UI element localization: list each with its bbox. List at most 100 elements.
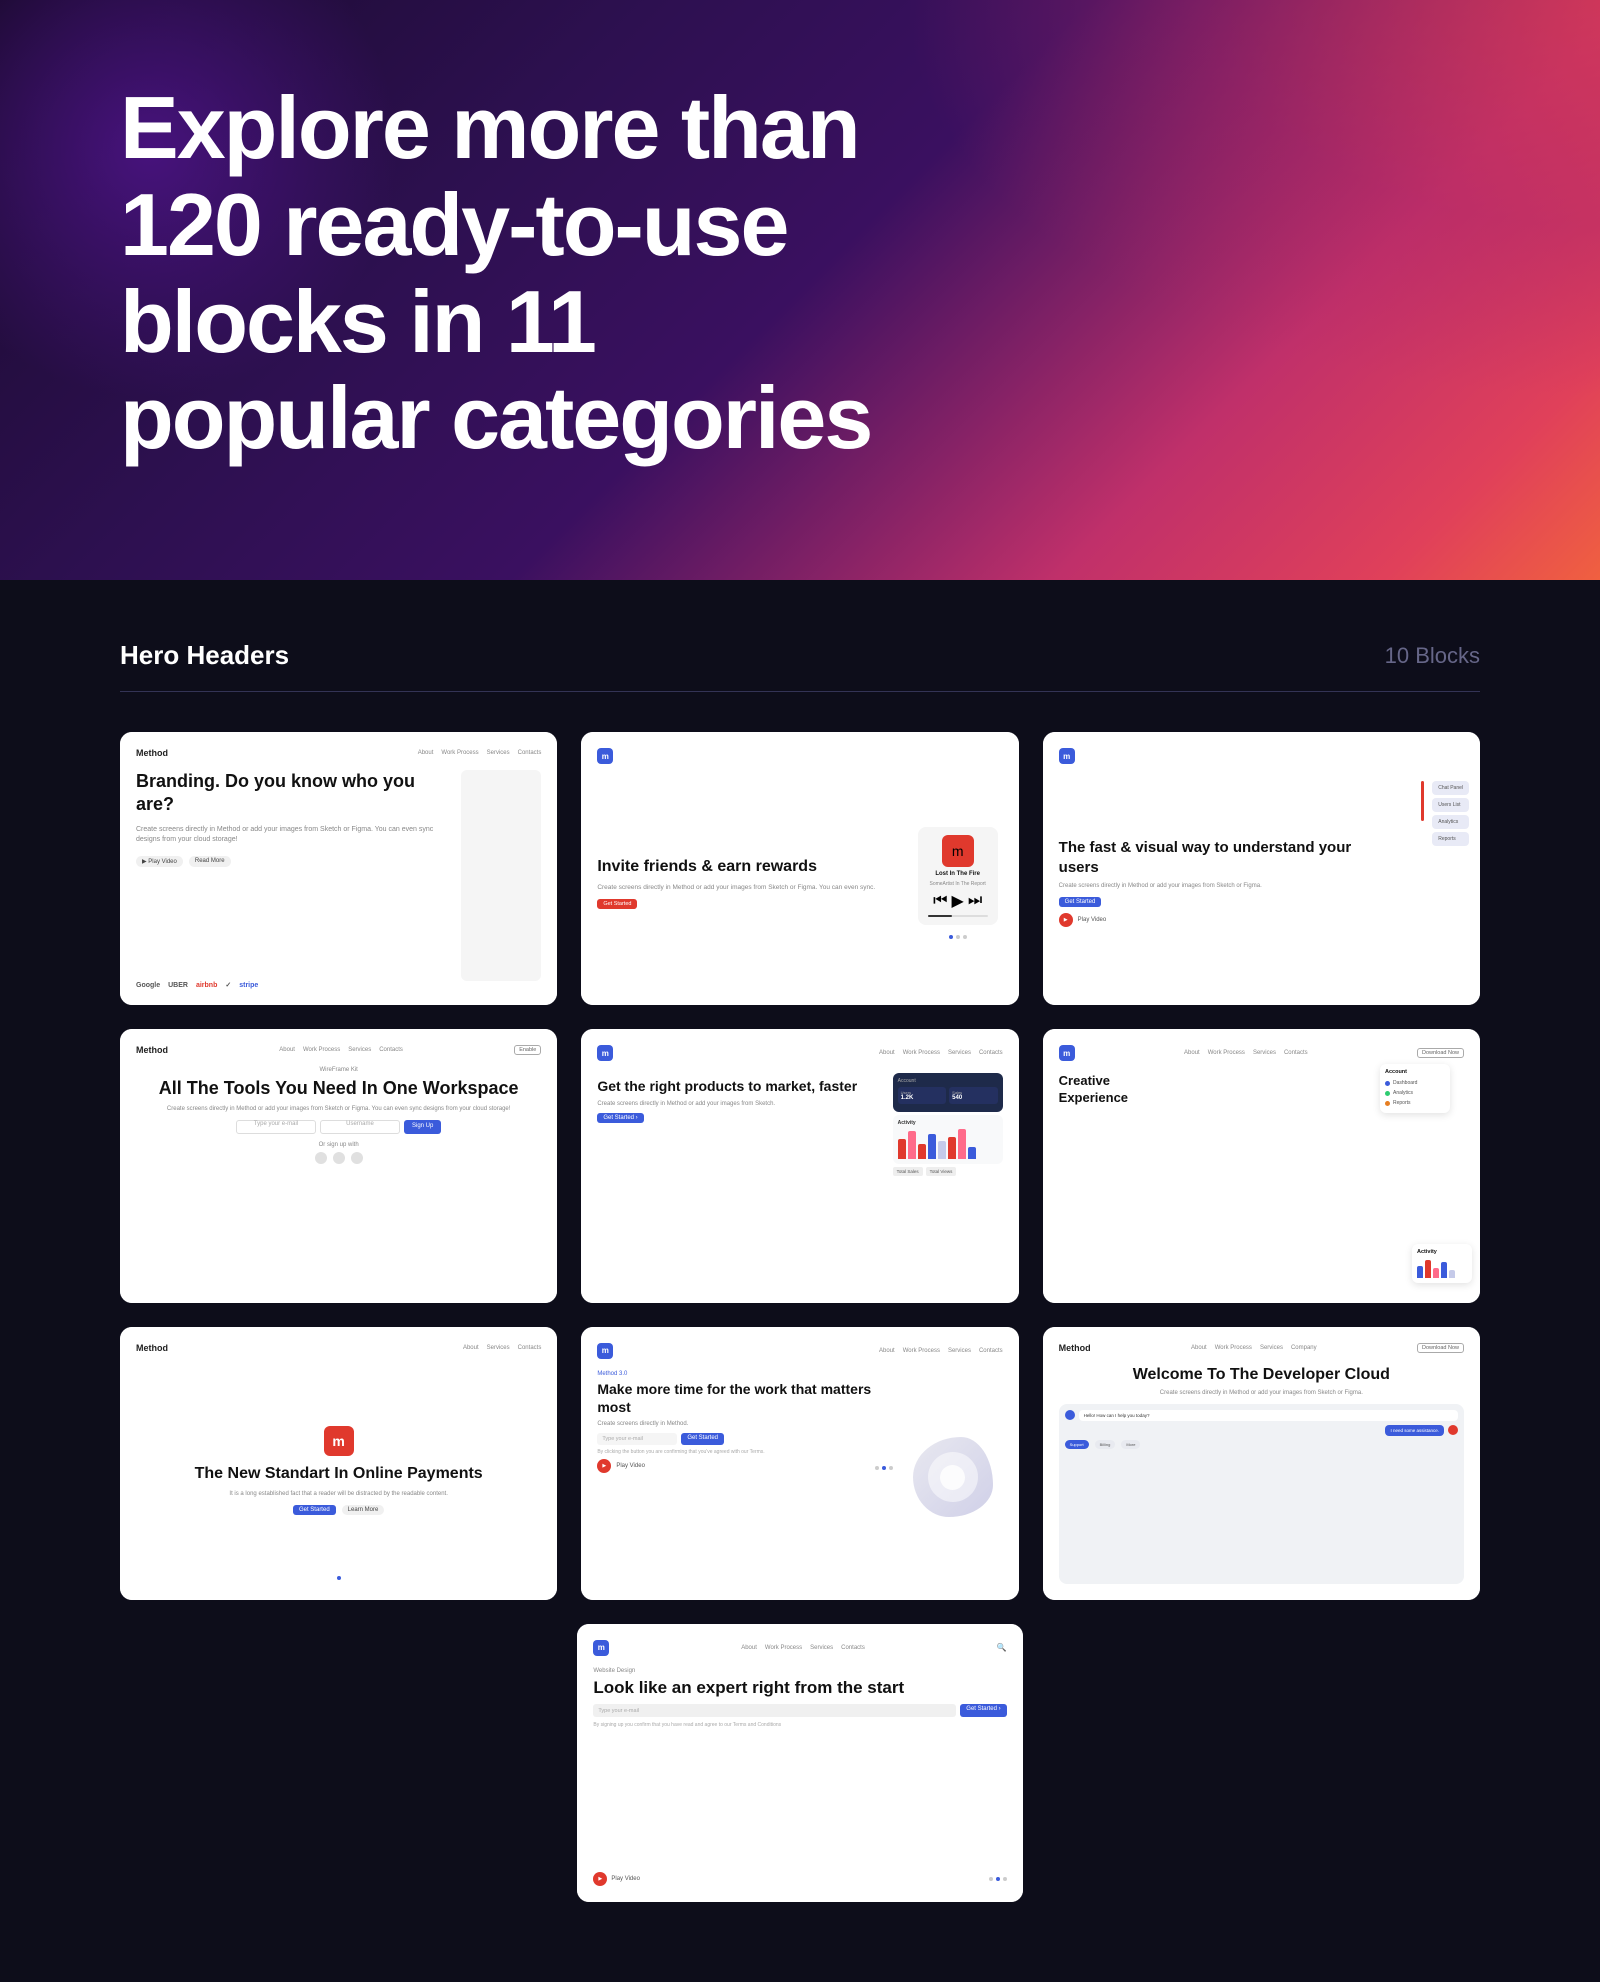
quick-reply[interactable]: More xyxy=(1121,1440,1140,1449)
left-col: Invite friends & earn rewards Create scr… xyxy=(597,776,900,989)
dashboard-mock: Account Users 1.2K Sales 540 xyxy=(893,1073,1003,1176)
play-row: ▶ Play Video xyxy=(597,1459,892,1473)
social-row xyxy=(136,1152,541,1164)
play-btn[interactable]: ▶ Play Video xyxy=(136,856,183,867)
chat-avatar-right xyxy=(1448,1425,1458,1435)
get-started-btn[interactable]: Get Started › xyxy=(960,1704,1006,1717)
bar xyxy=(928,1134,936,1159)
mini-nav-links: About Work Process Services Contacts xyxy=(279,1047,403,1053)
play-text: Play Video xyxy=(1078,917,1107,923)
mini-logo: Method xyxy=(136,1343,168,1353)
dot xyxy=(989,1877,993,1881)
card-desc: Create screens directly in Method. xyxy=(597,1421,892,1427)
social-icon-3[interactable] xyxy=(351,1152,363,1164)
music-card: m Lost In The Fire SomeArtist In The Rep… xyxy=(918,827,998,925)
quick-reply[interactable]: Support xyxy=(1065,1440,1089,1449)
card-inner: m About Work Process Services Contacts G… xyxy=(581,1029,1018,1302)
bar xyxy=(918,1144,926,1159)
search-icon[interactable]: 🔍 xyxy=(997,1643,1007,1652)
mini-logo: Method xyxy=(1059,1343,1091,1353)
logo-nike: ✓ xyxy=(225,981,231,989)
bar xyxy=(958,1129,966,1159)
card-top: WireFrame Kit All The Tools You Need In … xyxy=(136,1067,541,1164)
card-inner: m About Work Process Services Contacts M… xyxy=(581,1327,1018,1600)
chat-mock: Hello! How can I help you today? I need … xyxy=(1059,1404,1464,1584)
input-row: Type your e-mail Username Sign Up xyxy=(136,1120,541,1134)
block-card-payments[interactable]: Method About Services Contacts m The New… xyxy=(120,1327,557,1600)
prev-icon[interactable]: ⏮ xyxy=(933,892,947,910)
mini-stat-val: 540 xyxy=(952,1095,995,1101)
mini-nav: Method About Work Process Services Compa… xyxy=(1059,1343,1464,1353)
card-inner: Method About Services Contacts m The New… xyxy=(120,1327,557,1600)
card-inner: m About Work Process Services Contacts D… xyxy=(1043,1029,1480,1302)
mini-nav: Method About Work Process Services Conta… xyxy=(136,748,541,758)
mockup-bar: Users List xyxy=(1432,798,1469,812)
mini-bar-chart xyxy=(1417,1258,1467,1278)
mini-nav: Method About Services Contacts xyxy=(136,1343,541,1353)
learn-more-btn[interactable]: Learn More xyxy=(342,1505,385,1515)
block-card-workspace[interactable]: Method About Work Process Services Conta… xyxy=(120,1029,557,1302)
social-icon-1[interactable] xyxy=(315,1152,327,1164)
blocks-grid: Method About Work Process Services Conta… xyxy=(120,732,1480,1600)
btn-row: ▶ Play Video Read More xyxy=(136,856,445,867)
card-content: Branding. Do you know who you are? Creat… xyxy=(136,770,541,981)
email-input[interactable]: Type your e-mail xyxy=(236,1120,316,1134)
bar xyxy=(908,1131,916,1159)
quick-reply[interactable]: Billing xyxy=(1095,1440,1116,1449)
card-heading: Invite friends & earn rewards xyxy=(597,857,900,878)
block-card-workspace2[interactable]: m About Work Process Services Contacts 🔍… xyxy=(577,1624,1022,1902)
card-content: Invite friends & earn rewards Create scr… xyxy=(597,776,1002,989)
nav-link: Contacts xyxy=(979,1050,1003,1056)
get-started-btn[interactable]: Get Started xyxy=(293,1505,336,1515)
music-progress-fill xyxy=(928,915,952,917)
get-started-btn[interactable]: Get Started xyxy=(681,1433,724,1445)
read-more-btn[interactable]: Read More xyxy=(189,856,231,867)
get-started-btn[interactable]: Get Started xyxy=(597,899,637,909)
mini-logo: Method xyxy=(136,1045,168,1055)
mini-nav-links: About Work Process Services Contacts xyxy=(741,1645,865,1651)
dot-active xyxy=(949,935,953,939)
block-card-invite[interactable]: m Invite friends & earn rewards Create s… xyxy=(581,732,1018,1005)
signup-btn[interactable]: Sign Up xyxy=(404,1120,441,1134)
block-card-developer-cloud[interactable]: Method About Work Process Services Compa… xyxy=(1043,1327,1480,1600)
email-input[interactable]: Type your e-mail xyxy=(597,1433,677,1445)
mini-nav-links: About Work Process Services Company xyxy=(1191,1345,1317,1351)
left-col: Get the right products to market, faster… xyxy=(597,1073,884,1286)
hero-section: Explore more than 120 ready-to-use block… xyxy=(0,0,1600,580)
block-card-make-time[interactable]: m About Work Process Services Contacts M… xyxy=(581,1327,1018,1600)
card-heading: The New Standart In Online Payments xyxy=(195,1464,483,1485)
btn-row: Get Started Learn More xyxy=(293,1505,384,1515)
dot-icon xyxy=(1385,1101,1390,1106)
overlay-title: Activity xyxy=(1417,1249,1467,1255)
chat-avatar xyxy=(1065,1410,1075,1420)
nav-link: Services xyxy=(1253,1050,1276,1056)
play-icon[interactable]: ▶ xyxy=(1059,913,1073,927)
nav-link: About xyxy=(741,1645,757,1651)
card-inner: m The fast & visual way to understand yo… xyxy=(1043,732,1480,1005)
mini-nav: m About Work Process Services Contacts 🔍 xyxy=(593,1640,1006,1656)
dot xyxy=(956,935,960,939)
next-icon[interactable]: ⏭ xyxy=(968,892,982,910)
search-area: 🔍 xyxy=(997,1643,1007,1652)
mini-logo-icon: m xyxy=(1063,1049,1070,1058)
play-icon[interactable]: ▶ xyxy=(952,891,964,911)
username-input[interactable]: Username xyxy=(320,1120,400,1134)
block-card-products[interactable]: m About Work Process Services Contacts G… xyxy=(581,1029,1018,1302)
block-card-branding[interactable]: Method About Work Process Services Conta… xyxy=(120,732,557,1005)
play-icon[interactable]: ▶ xyxy=(597,1459,611,1473)
nav-link: Work Process xyxy=(1215,1345,1252,1351)
section-count: 10 Blocks xyxy=(1385,643,1480,669)
chat-bubble: Hello! How can I help you today? xyxy=(1079,1410,1458,1421)
nav-link: About xyxy=(1184,1050,1200,1056)
nav-link: Contacts xyxy=(518,1345,542,1351)
block-card-creative[interactable]: m About Work Process Services Contacts D… xyxy=(1043,1029,1480,1302)
play-icon[interactable]: ▶ xyxy=(593,1872,607,1886)
email-input[interactable]: Type your e-mail xyxy=(593,1704,956,1717)
blob-core xyxy=(940,1465,965,1490)
get-started-btn[interactable]: Get Started › xyxy=(597,1113,643,1123)
card-content: Website Design Look like an expert right… xyxy=(593,1668,1006,1886)
get-started-btn[interactable]: Get Started xyxy=(1059,897,1102,907)
nav-link: About xyxy=(279,1047,295,1053)
social-icon-2[interactable] xyxy=(333,1152,345,1164)
block-card-analytics[interactable]: m The fast & visual way to understand yo… xyxy=(1043,732,1480,1005)
